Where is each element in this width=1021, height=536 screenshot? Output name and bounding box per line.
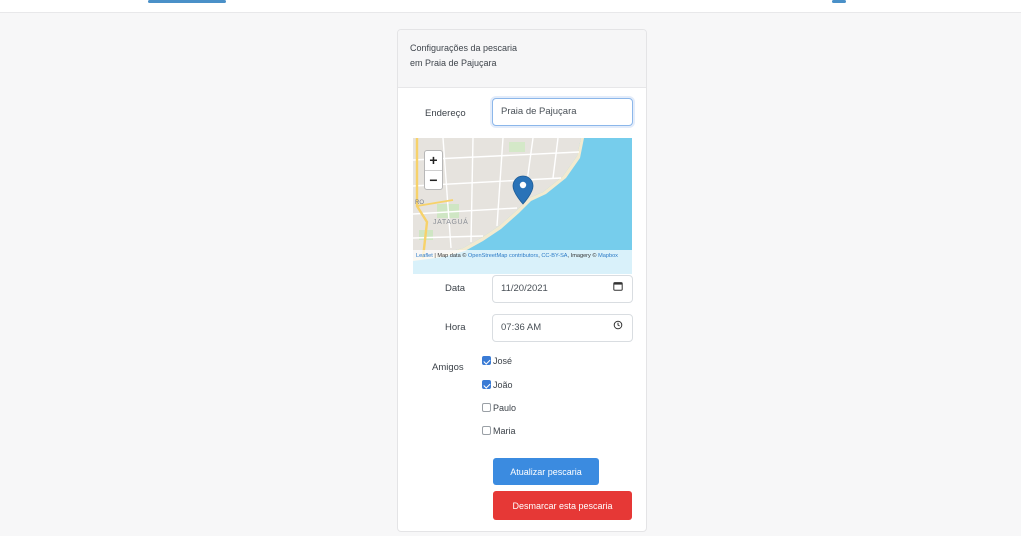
- card-title-line1: Configurações da pescaria: [410, 43, 518, 53]
- checkbox-unchecked[interactable]: [482, 426, 491, 435]
- date-input[interactable]: 11/20/2021: [492, 275, 633, 303]
- map-attribution: Leaflet | Map data © OpenStreetMap contr…: [413, 250, 632, 274]
- osm-link[interactable]: OpenStreetMap contributors: [468, 253, 538, 259]
- navbar-brand-fragment: [148, 0, 226, 3]
- side-label: RO: [415, 200, 424, 206]
- date-label: Data: [445, 283, 466, 294]
- checkbox-checked[interactable]: [482, 380, 491, 389]
- time-input[interactable]: 07:36 AM: [492, 314, 633, 342]
- navbar-link-fragment: [832, 0, 846, 3]
- zoom-in-button[interactable]: +: [425, 151, 442, 170]
- map-view[interactable]: JATAGUÁ RO + − Leaflet | Map data © Open…: [413, 138, 632, 274]
- district-label: JATAGUÁ: [433, 217, 468, 226]
- checkbox-checked[interactable]: [482, 356, 491, 365]
- zoom-control: + −: [424, 150, 443, 190]
- calendar-icon[interactable]: [613, 276, 623, 302]
- cancel-fishing-button[interactable]: Desmarcar esta pescaria: [493, 491, 632, 520]
- leaflet-link[interactable]: Leaflet: [416, 253, 433, 259]
- time-value: 07:36 AM: [501, 322, 542, 333]
- friend-checkbox-jose[interactable]: José: [482, 356, 512, 366]
- checkbox-unchecked[interactable]: [482, 403, 491, 412]
- friends-label: Amigos: [432, 362, 464, 373]
- top-navbar: [0, 0, 1021, 13]
- card-header: Configurações da pescaria em Praia de Pa…: [398, 30, 646, 88]
- friend-checkbox-paulo[interactable]: Paulo: [482, 403, 516, 413]
- clock-icon[interactable]: [613, 315, 623, 341]
- card-title-line2: em Praia de Pajuçara: [410, 58, 497, 68]
- mapbox-link[interactable]: Mapbox: [598, 253, 618, 259]
- friend-checkbox-joao[interactable]: João: [482, 380, 513, 390]
- zoom-out-button[interactable]: −: [425, 170, 442, 190]
- friend-checkbox-maria[interactable]: Maria: [482, 426, 516, 436]
- date-value: 11/20/2021: [501, 283, 548, 294]
- fishing-settings-card: Configurações da pescaria em Praia de Pa…: [397, 29, 647, 532]
- address-label: Endereço: [425, 108, 466, 119]
- address-input[interactable]: Praia de Pajuçara: [492, 98, 633, 126]
- time-label: Hora: [445, 322, 466, 333]
- cc-link[interactable]: CC-BY-SA: [541, 253, 567, 259]
- update-fishing-button[interactable]: Atualizar pescaria: [493, 458, 599, 485]
